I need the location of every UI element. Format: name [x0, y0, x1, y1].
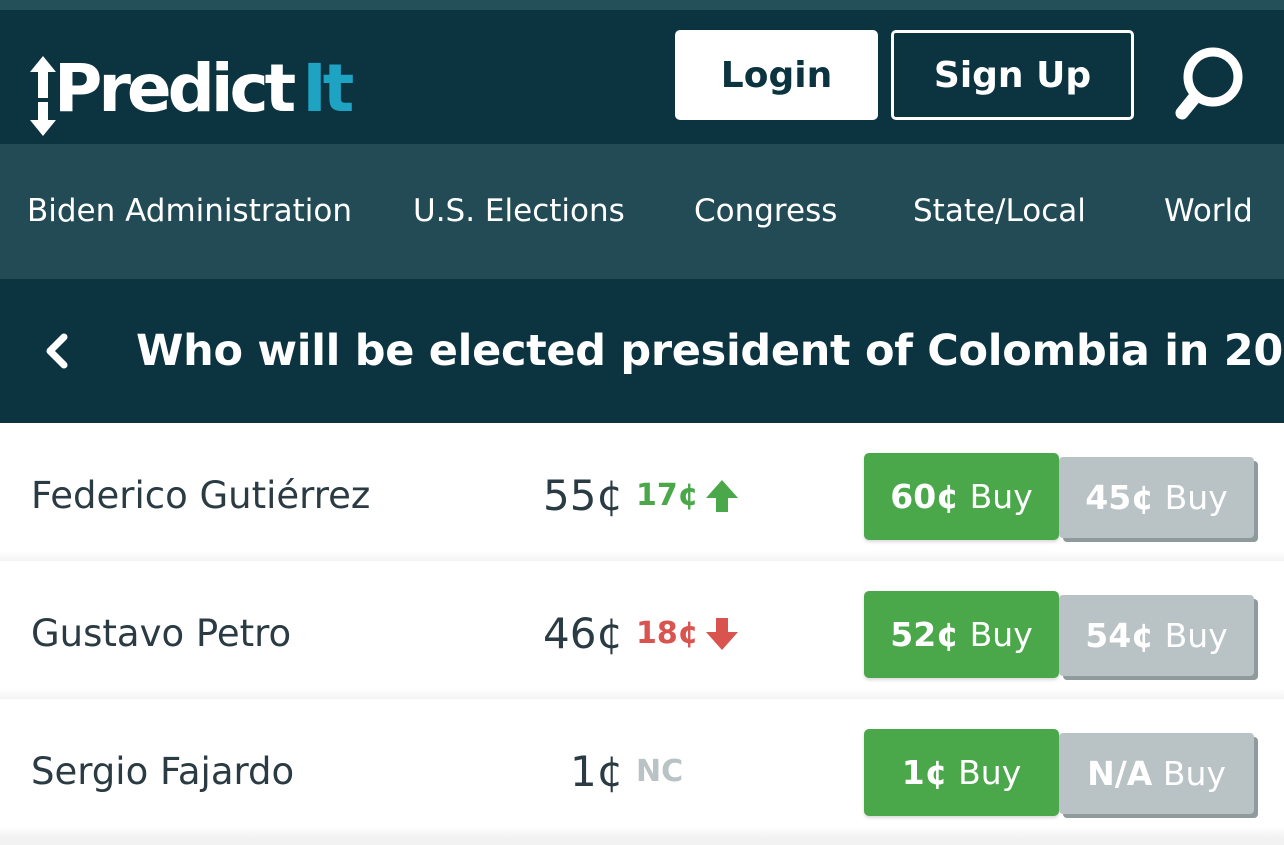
buy-yes-label: Buy [958, 753, 1022, 792]
back-button[interactable] [38, 327, 78, 375]
nav-item-state-local[interactable]: State/Local [913, 144, 1086, 279]
buy-no-price: N/A [1087, 754, 1153, 793]
contract-name[interactable]: Gustavo Petro [31, 561, 291, 707]
up-down-arrow-icon [30, 56, 56, 136]
nav-item-biden-administration[interactable]: Biden Administration [27, 144, 352, 279]
contract-last-price: 1¢ [570, 747, 624, 796]
logo-wordmark: Predict It [54, 56, 354, 122]
buy-no-label: Buy [1162, 754, 1226, 793]
arrow-up-icon [705, 480, 738, 512]
buy-yes-price: 52¢ [890, 615, 960, 654]
buy-no-price: 54¢ [1085, 616, 1155, 655]
buy-no-button[interactable]: N/A Buy [1059, 733, 1254, 814]
search-icon [1175, 47, 1243, 120]
login-button[interactable]: Login [675, 30, 878, 120]
contract-row: Federico Gutiérrez 55¢ 17¢ 60¢ Buy 45¢ B… [0, 423, 1284, 561]
predictit-page: Predict It Login Sign Up Biden Administra… [0, 0, 1284, 845]
contract-last-price: 55¢ [543, 471, 624, 520]
contract-price-change: NC [636, 699, 683, 845]
contract-price-change: 17¢ [636, 423, 739, 569]
nav-item-us-elections[interactable]: U.S. Elections [413, 144, 625, 279]
buy-yes-label: Buy [969, 477, 1033, 516]
buy-no-button[interactable]: 45¢ Buy [1059, 457, 1254, 538]
contract-name[interactable]: Sergio Fajardo [31, 699, 294, 845]
price-change-value: NC [636, 754, 684, 789]
buy-no-label: Buy [1164, 478, 1228, 517]
market-title-bar: Who will be elected president of Colombi… [0, 279, 1284, 423]
buy-no-button[interactable]: 54¢ Buy [1059, 595, 1254, 676]
market-title: Who will be elected president of Colombi… [136, 326, 1284, 376]
category-nav: Biden Administration U.S. Elections Cong… [0, 144, 1284, 279]
contract-row: Gustavo Petro 46¢ 18¢ 52¢ Buy 54¢ Buy [0, 561, 1284, 699]
price-change-value: 17¢ [636, 478, 699, 513]
price-change-value: 18¢ [636, 616, 699, 651]
signup-button[interactable]: Sign Up [891, 30, 1134, 120]
predictit-logo[interactable]: Predict It [30, 56, 354, 146]
contract-last-price: 46¢ [543, 609, 624, 658]
contract-name[interactable]: Federico Gutiérrez [31, 423, 370, 569]
contract-price-change: 18¢ [636, 561, 739, 707]
buy-no-price: 45¢ [1085, 478, 1155, 517]
contract-row: Sergio Fajardo 1¢ NC 1¢ Buy N/A Buy [0, 699, 1284, 837]
buy-yes-price: 60¢ [890, 477, 960, 516]
arrow-down-icon [705, 618, 738, 650]
buy-yes-button[interactable]: 1¢ Buy [864, 729, 1059, 816]
contract-list: Federico Gutiérrez 55¢ 17¢ 60¢ Buy 45¢ B… [0, 423, 1284, 837]
buy-yes-price: 1¢ [901, 753, 948, 792]
search-button[interactable] [1170, 42, 1250, 127]
buy-yes-label: Buy [969, 615, 1033, 654]
chevron-left-icon [46, 333, 68, 369]
nav-item-congress[interactable]: Congress [694, 144, 837, 279]
buy-yes-button[interactable]: 52¢ Buy [864, 591, 1059, 678]
nav-item-world[interactable]: World [1164, 144, 1253, 279]
buy-no-label: Buy [1164, 616, 1228, 655]
buy-yes-button[interactable]: 60¢ Buy [864, 453, 1059, 540]
logo-it-text: It [302, 50, 354, 127]
top-header: Predict It Login Sign Up [0, 0, 1284, 144]
logo-predict-text: Predict [54, 50, 296, 127]
